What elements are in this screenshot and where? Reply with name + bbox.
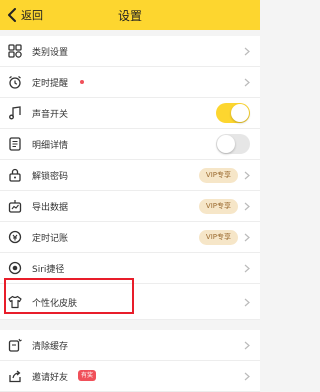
row-scheduled-reminder[interactable]: 定时提醒 xyxy=(0,67,260,98)
row-label: 导出数据 xyxy=(32,203,69,213)
chevron-right-icon xyxy=(244,47,250,56)
chevron-right-icon xyxy=(244,264,250,273)
header-bar: 返回 设置 xyxy=(0,0,260,30)
row-personalized-skin[interactable]: 个性化皮肤 xyxy=(0,284,260,320)
row-siri-shortcut[interactable]: Siri捷径 xyxy=(0,253,260,284)
row-category-settings[interactable]: 类别设置 xyxy=(0,36,260,67)
export-icon xyxy=(8,199,22,213)
scheduled-bookkeeping-icon xyxy=(8,230,22,244)
row-export-data[interactable]: 导出数据 VIP专享 xyxy=(0,191,260,222)
chevron-right-icon xyxy=(244,202,250,211)
lock-icon xyxy=(8,168,22,182)
toggle-knob xyxy=(217,135,235,153)
row-scheduled-bookkeeping[interactable]: 定时记账 VIP专享 xyxy=(0,222,260,253)
tshirt-icon xyxy=(8,295,22,309)
row-sound-switch: 声音开关 xyxy=(0,98,260,129)
row-label: 邀请好友 xyxy=(32,373,69,383)
row-label: 声音开关 xyxy=(32,110,69,120)
row-label: 个性化皮肤 xyxy=(32,299,78,309)
detail-toggle[interactable] xyxy=(216,134,250,154)
chevron-right-icon xyxy=(244,233,250,242)
clean-icon xyxy=(8,338,22,352)
vip-tag: VIP专享 xyxy=(198,230,238,245)
chevron-right-icon xyxy=(244,341,250,350)
chevron-right-icon xyxy=(244,78,250,87)
chevron-right-icon xyxy=(244,171,250,180)
row-label: 定时记账 xyxy=(32,234,69,244)
sound-toggle[interactable] xyxy=(216,103,250,123)
vip-tag: VIP专享 xyxy=(198,168,238,183)
row-label: 解锁密码 xyxy=(32,172,69,182)
reward-badge: 有奖 xyxy=(78,370,97,381)
document-list-icon xyxy=(8,137,22,151)
chevron-right-icon xyxy=(244,298,250,307)
music-note-icon xyxy=(8,106,22,120)
row-label: 明细详情 xyxy=(32,141,69,151)
settings-list: 类别设置 定时提醒 声音开关 明细详情 解锁密码 VIP专享 导出数据 VIP专… xyxy=(0,36,260,392)
row-label: 定时提醒 xyxy=(32,79,69,89)
alarm-clock-icon xyxy=(8,75,22,89)
row-unlock-password[interactable]: 解锁密码 VIP专享 xyxy=(0,160,260,191)
chevron-right-icon xyxy=(244,372,250,381)
share-icon xyxy=(8,369,22,383)
toggle-knob xyxy=(231,104,249,122)
category-grid-icon xyxy=(8,44,22,58)
row-label: Siri捷径 xyxy=(32,265,65,275)
settings-screen: 返回 设置 类别设置 定时提醒 声音开关 明细详情 解锁密码 VIP专享 导出数… xyxy=(0,0,260,392)
siri-icon xyxy=(8,261,22,275)
page-title: 设置 xyxy=(117,9,142,23)
row-label: 清除缓存 xyxy=(32,342,69,352)
notification-dot xyxy=(80,80,84,84)
row-invite-friends[interactable]: 邀请好友 有奖 xyxy=(0,361,260,392)
row-detail-info: 明细详情 xyxy=(0,129,260,160)
row-clear-cache[interactable]: 清除缓存 xyxy=(0,330,260,361)
vip-tag: VIP专享 xyxy=(198,199,238,214)
row-label: 类别设置 xyxy=(32,48,69,58)
